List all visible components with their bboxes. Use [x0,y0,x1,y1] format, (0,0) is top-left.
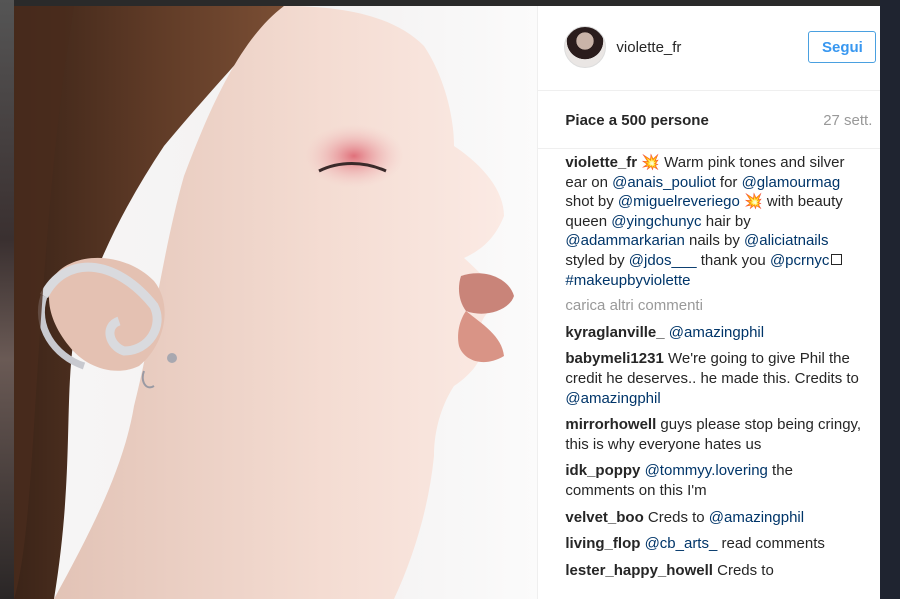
comment-text: for [715,173,742,191]
comment-username[interactable]: babymeli1231 [565,350,663,367]
comments-list: violette_fr 💥 Warm pink tones and silver… [565,153,865,587]
mention-link[interactable]: @miguelreveriego [618,193,740,210]
comment-username[interactable]: mirrorhowell [565,416,656,433]
mention-link[interactable]: @cb_arts_ [645,535,718,552]
comment-username[interactable]: living_flop [565,535,640,552]
comment-text: Creds to [643,508,709,526]
collision-emoji-icon: 💥 [641,154,660,171]
post-header: violette_fr Segui [538,6,881,91]
mention-link[interactable]: @pcrnyc [770,252,829,269]
mention-link[interactable]: @jdos___ [629,252,697,269]
collision-emoji-icon: 💥 [744,193,763,211]
mention-link[interactable]: @adammarkarian [565,232,684,249]
mention-link[interactable]: #makeupbyviolette [565,272,690,289]
follow-button[interactable]: Segui [808,31,877,63]
post-photo[interactable] [14,6,538,599]
backdrop-left [0,0,14,599]
caption-text: 💥 Warm pink tones and silver ear on @ana… [565,154,844,289]
backdrop-right [880,0,900,599]
mention-link[interactable]: @anais_pouliot [612,174,716,191]
post-modal: violette_fr Segui Piace a 500 persone 27… [14,6,881,599]
comment-item: kyraglanville_ @amazingphil [565,323,865,343]
post-time[interactable]: 27 sett. [823,112,872,129]
mention-link[interactable]: @glamourmag [742,174,841,191]
load-more-comments-link[interactable]: carica altri commenti [565,296,865,316]
comment-text: thank you [696,251,770,269]
likes-row: Piace a 500 persone 27 sett. [538,90,881,149]
mention-link[interactable]: @aliciatnails [744,232,828,249]
comment-item: idk_poppy @tommyy.lovering the comments … [565,461,865,500]
caption: violette_fr 💥 Warm pink tones and silver… [565,153,865,290]
comment-item: lester_happy_howell Creds to [565,561,865,581]
username-link[interactable]: violette_fr [616,39,681,56]
comment-item: velvet_boo Creds to @amazingphil [565,508,865,528]
comment-text: hair by [701,212,751,230]
mention-link[interactable]: @amazingphil [565,390,660,407]
comment-text: nails by [684,232,745,250]
comment-username[interactable]: kyraglanville_ [565,324,664,341]
missing-glyph-icon [831,253,843,265]
comment-username[interactable]: idk_poppy [565,462,640,479]
post-side-panel: violette_fr Segui Piace a 500 persone 27… [537,6,881,599]
comment-items: kyraglanville_ @amazingphil babymeli1231 … [565,323,865,581]
comment-item: babymeli1231 We're going to give Phil th… [565,349,865,408]
comment-text: Creds to [712,561,774,579]
likes-count[interactable]: Piace a 500 persone [565,112,708,129]
comment-item: living_flop @cb_arts_ read comments [565,534,865,554]
mention-link[interactable]: @tommyy.lovering [645,462,768,479]
comment-text: read comments [717,535,825,553]
comment-text: styled by [565,251,629,269]
comment-item: mirrorhowell guys please stop being crin… [565,415,865,454]
avatar[interactable] [564,26,607,68]
mention-link[interactable]: @amazingphil [709,509,804,526]
comment-text: shot by [565,193,618,211]
comment-username[interactable]: velvet_boo [565,509,643,526]
portrait-illustration [14,6,514,599]
caption-username[interactable]: violette_fr [565,154,637,171]
mention-link[interactable]: @amazingphil [669,324,764,341]
mention-link[interactable]: @yingchunyc [611,213,701,230]
comment-username[interactable]: lester_happy_howell [565,562,713,579]
